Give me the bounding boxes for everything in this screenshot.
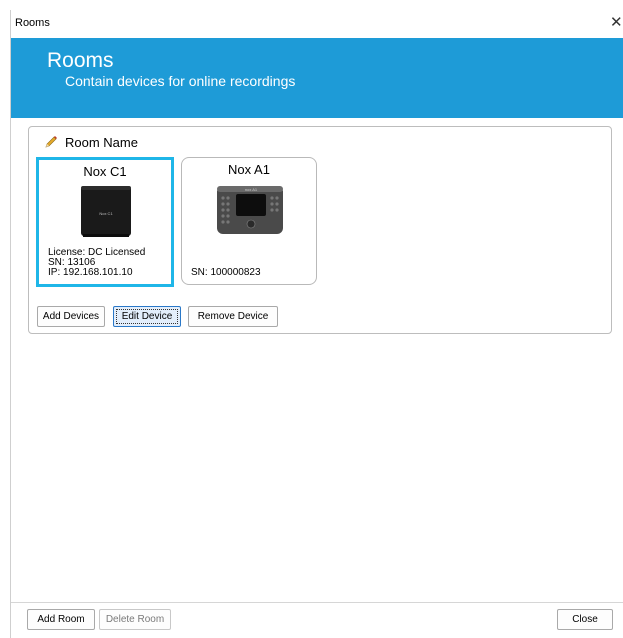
device-logo-text: nox A1 (245, 187, 258, 192)
header-banner: Rooms Contain devices for online recordi… (11, 38, 623, 118)
room-panel: Room Name Nox C1 Nox C1 License: DC Lice… (28, 126, 612, 334)
window-title: Rooms (15, 17, 50, 29)
device-logo-text: Nox C1 (99, 211, 113, 216)
add-devices-button[interactable]: Add Devices (37, 306, 105, 327)
room-name: Room Name (65, 134, 138, 150)
device-name: Nox C1 (83, 164, 127, 179)
nox-a1-device-image: nox A1 (217, 186, 283, 234)
focus-ring (116, 309, 178, 324)
pencil-icon[interactable] (43, 134, 59, 150)
close-icon[interactable]: ✕ (610, 13, 623, 31)
edit-device-button[interactable]: Edit Device (113, 306, 181, 327)
title-bar: Rooms ✕ (11, 10, 623, 38)
device-info: License: DC Licensed SN: 13106 IP: 192.1… (48, 248, 145, 278)
delete-room-button[interactable]: Delete Room (99, 609, 171, 630)
footer-divider (11, 602, 623, 603)
remove-device-button[interactable]: Remove Device (188, 306, 278, 327)
add-room-button[interactable]: Add Room (27, 609, 95, 630)
device-ip: IP: 192.168.101.10 (48, 267, 133, 278)
device-card-nox-a1[interactable]: Nox A1 nox A1 SN: 100000823 (181, 157, 317, 285)
page-title: Rooms (47, 49, 114, 72)
room-header[interactable]: Room Name (43, 133, 138, 151)
rooms-dialog: Rooms ✕ Rooms Contain devices for online… (10, 10, 623, 638)
close-button[interactable]: Close (557, 609, 613, 630)
nox-c1-device-image: Nox C1 (81, 186, 131, 237)
page-subtitle: Contain devices for online recordings (65, 73, 296, 89)
device-card-nox-c1[interactable]: Nox C1 Nox C1 License: DC Licensed SN: 1… (36, 157, 174, 287)
device-sn: SN: 100000823 (191, 267, 261, 278)
device-name: Nox A1 (228, 162, 270, 177)
device-info: SN: 100000823 (191, 268, 261, 278)
